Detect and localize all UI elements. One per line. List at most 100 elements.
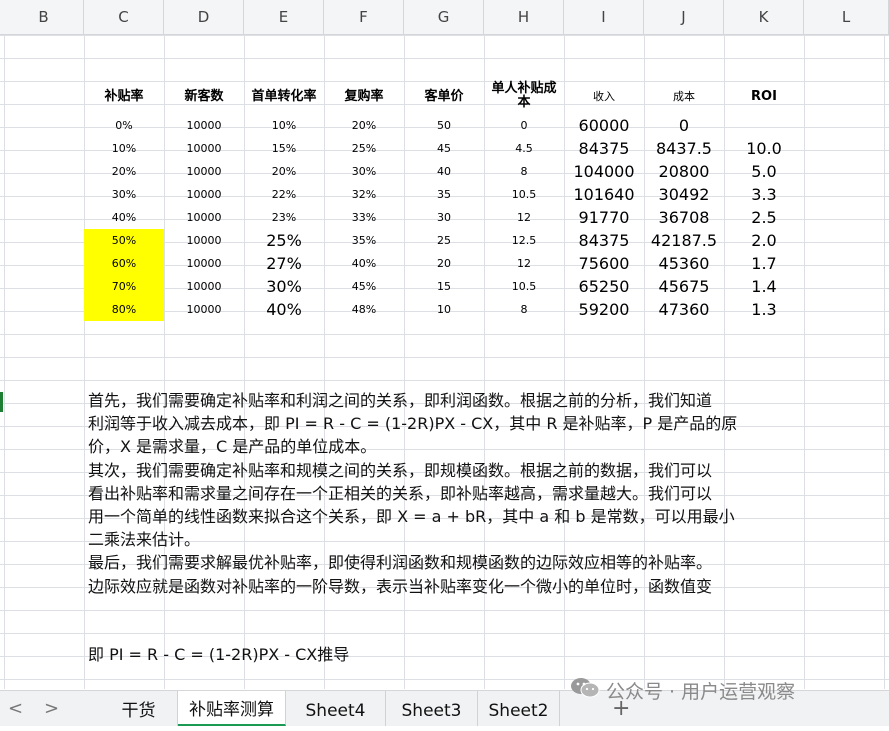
cell-roi[interactable]: 10.0 (724, 137, 804, 160)
header-roi[interactable]: ROI (724, 85, 804, 108)
cell-first-order-conv[interactable]: 20% (244, 160, 324, 183)
cell-repurchase-rate[interactable]: 45% (324, 275, 404, 298)
cell-roi[interactable]: 2.5 (724, 206, 804, 229)
cell-repurchase-rate[interactable]: 33% (324, 206, 404, 229)
column-header-i[interactable]: I (564, 0, 644, 34)
cell-avg-order-value[interactable]: 10 (404, 298, 484, 321)
cell-subsidy-rate[interactable]: 50% (84, 229, 164, 252)
column-header-k[interactable]: K (724, 0, 804, 34)
cell-new-customers[interactable]: 10000 (164, 298, 244, 321)
cell-first-order-conv[interactable]: 27% (244, 252, 324, 275)
cell-revenue[interactable]: 60000 (564, 114, 644, 137)
cell-avg-order-value[interactable]: 35 (404, 183, 484, 206)
column-header-e[interactable]: E (244, 0, 324, 34)
cell-new-customers[interactable]: 10000 (164, 252, 244, 275)
tab-sheet2[interactable]: Sheet2 (478, 691, 560, 726)
cell-repurchase-rate[interactable]: 32% (324, 183, 404, 206)
column-header-h[interactable]: H (484, 0, 564, 34)
cell-repurchase-rate[interactable]: 48% (324, 298, 404, 321)
cell-cost[interactable]: 47360 (644, 298, 724, 321)
cell-subsidy-rate[interactable]: 0% (84, 114, 164, 137)
cell-repurchase-rate[interactable]: 35% (324, 229, 404, 252)
cell-cost[interactable]: 8437.5 (644, 137, 724, 160)
header-repurchase-rate[interactable]: 复购率 (324, 85, 404, 108)
header-cost[interactable]: 成本 (644, 85, 724, 108)
cell-first-order-conv[interactable]: 40% (244, 298, 324, 321)
column-header-l[interactable]: L (804, 0, 889, 34)
tab-sheet4[interactable]: Sheet4 (286, 691, 386, 726)
tab-subsidy-calc[interactable]: 补贴率测算 (178, 691, 286, 726)
cell-roi[interactable]: 1.7 (724, 252, 804, 275)
cell-subsidy-rate[interactable]: 80% (84, 298, 164, 321)
cell-avg-order-value[interactable]: 40 (404, 160, 484, 183)
column-header-f[interactable]: F (324, 0, 404, 34)
cell-roi[interactable]: 1.4 (724, 275, 804, 298)
header-subsidy-cost[interactable]: 单人补贴成本 (484, 82, 564, 112)
header-revenue[interactable]: 收入 (564, 85, 644, 108)
cell-revenue[interactable]: 59200 (564, 298, 644, 321)
cell-cost[interactable]: 20800 (644, 160, 724, 183)
cell-subsidy-cost[interactable]: 12 (484, 206, 564, 229)
cell-subsidy-cost[interactable]: 4.5 (484, 137, 564, 160)
cell-cost[interactable]: 45360 (644, 252, 724, 275)
header-first-order-conv[interactable]: 首单转化率 (244, 85, 324, 108)
cell-roi[interactable]: 5.0 (724, 160, 804, 183)
cell-subsidy-rate[interactable]: 10% (84, 137, 164, 160)
cell-roi[interactable] (724, 114, 804, 137)
cell-new-customers[interactable]: 10000 (164, 137, 244, 160)
cell-subsidy-rate[interactable]: 60% (84, 252, 164, 275)
tab-gan-huo[interactable]: 干货 (100, 691, 178, 726)
cell-revenue[interactable]: 84375 (564, 137, 644, 160)
column-header-j[interactable]: J (644, 0, 724, 34)
cell-repurchase-rate[interactable]: 25% (324, 137, 404, 160)
cell-subsidy-cost[interactable]: 0 (484, 114, 564, 137)
cell-new-customers[interactable]: 10000 (164, 114, 244, 137)
cell-subsidy-rate[interactable]: 40% (84, 206, 164, 229)
cell-subsidy-cost[interactable]: 10.5 (484, 183, 564, 206)
header-new-customers[interactable]: 新客数 (164, 85, 244, 108)
tab-sheet3[interactable]: Sheet3 (386, 691, 478, 726)
cell-cost[interactable]: 36708 (644, 206, 724, 229)
cell-repurchase-rate[interactable]: 30% (324, 160, 404, 183)
cell-subsidy-cost[interactable]: 10.5 (484, 275, 564, 298)
cell-roi[interactable]: 1.3 (724, 298, 804, 321)
cell-repurchase-rate[interactable]: 20% (324, 114, 404, 137)
cell-revenue[interactable]: 91770 (564, 206, 644, 229)
cell-revenue[interactable]: 104000 (564, 160, 644, 183)
cell-subsidy-cost[interactable]: 12 (484, 252, 564, 275)
cell-first-order-conv[interactable]: 30% (244, 275, 324, 298)
cell-revenue[interactable]: 84375 (564, 229, 644, 252)
cell-new-customers[interactable]: 10000 (164, 183, 244, 206)
cell-first-order-conv[interactable]: 25% (244, 229, 324, 252)
column-header-b[interactable]: B (4, 0, 84, 34)
cell-subsidy-cost[interactable]: 12.5 (484, 229, 564, 252)
header-subsidy-rate[interactable]: 补贴率 (84, 85, 164, 108)
cell-first-order-conv[interactable]: 22% (244, 183, 324, 206)
cell-cost[interactable]: 30492 (644, 183, 724, 206)
cell-subsidy-rate[interactable]: 70% (84, 275, 164, 298)
cell-cost[interactable]: 45675 (644, 275, 724, 298)
cell-avg-order-value[interactable]: 20 (404, 252, 484, 275)
cell-new-customers[interactable]: 10000 (164, 206, 244, 229)
cell-new-customers[interactable]: 10000 (164, 160, 244, 183)
header-avg-order-value[interactable]: 客单价 (404, 85, 484, 108)
cell-cost[interactable]: 42187.5 (644, 229, 724, 252)
column-header-c[interactable]: C (84, 0, 164, 34)
cell-new-customers[interactable]: 10000 (164, 275, 244, 298)
cell-roi[interactable]: 2.0 (724, 229, 804, 252)
cell-revenue[interactable]: 101640 (564, 183, 644, 206)
cell-avg-order-value[interactable]: 15 (404, 275, 484, 298)
column-header-g[interactable]: G (404, 0, 484, 34)
cell-subsidy-rate[interactable]: 20% (84, 160, 164, 183)
next-sheet-button[interactable]: > (44, 691, 59, 726)
cell-avg-order-value[interactable]: 30 (404, 206, 484, 229)
cell-first-order-conv[interactable]: 10% (244, 114, 324, 137)
cell-new-customers[interactable]: 10000 (164, 229, 244, 252)
cell-repurchase-rate[interactable]: 40% (324, 252, 404, 275)
spreadsheet-grid[interactable]: 补贴率 新客数 首单转化率 复购率 客单价 单人补贴成本 收入 成本 ROI 0% 10000 10%… (0, 35, 889, 689)
derivation-cell[interactable]: 即 PI = R - C = (1-2R)PX - CX推导 (88, 643, 349, 666)
cell-avg-order-value[interactable]: 50 (404, 114, 484, 137)
cell-cost[interactable]: 0 (644, 114, 724, 137)
cell-first-order-conv[interactable]: 15% (244, 137, 324, 160)
cell-revenue[interactable]: 75600 (564, 252, 644, 275)
